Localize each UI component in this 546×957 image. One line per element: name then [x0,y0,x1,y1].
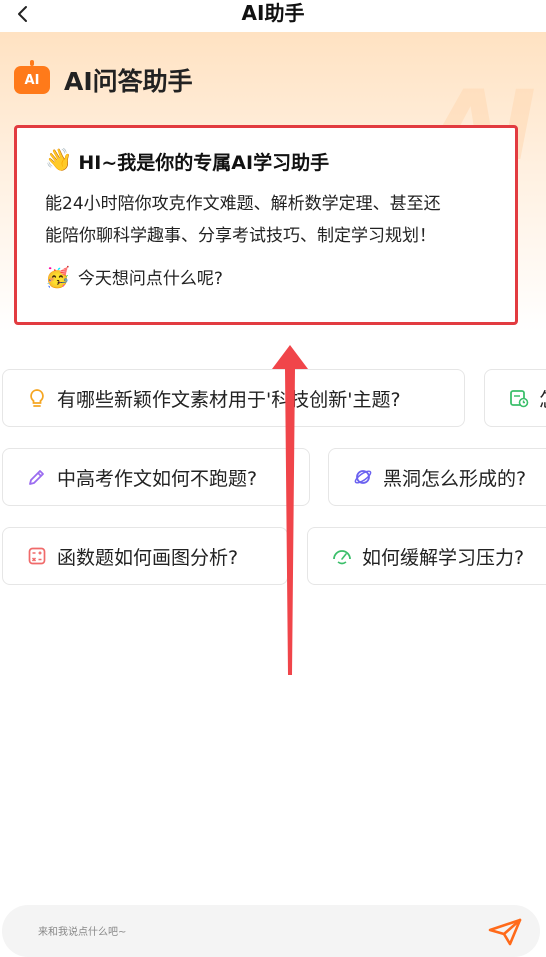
waving-hand-icon: 👋 [45,148,73,173]
suggestion-chip[interactable]: 如何缓解学习压力? [307,527,546,585]
greeting-question: 今天想问点什么呢? [77,269,223,289]
calculator-icon [27,546,47,566]
greeting-body-line: 能24小时陪你攻克作文难题、解析数学定理、甚至还 [45,194,441,214]
greeting-question-row: 🥳 今天想问点什么呢? [45,264,489,290]
lightbulb-icon [27,388,47,408]
greeting-body-line: 能陪你聊科学趣事、分享考试技巧、制定学习规划！ [45,226,436,246]
calendar-clock-icon [509,388,529,408]
planet-icon [353,467,373,487]
brand-name: AI问答助手 [64,67,193,96]
suggestion-chip[interactable]: 函数题如何画图分析? [2,527,288,585]
suggestion-chip[interactable]: 黑洞怎么形成的? [328,448,546,506]
suggestion-label: 怎 [539,385,546,412]
brand: AI AI问答助手 [14,60,193,98]
paper-plane-icon [488,918,522,946]
robot-logo-icon: AI [14,60,50,94]
suggestion-label: 黑洞怎么形成的? [383,467,527,490]
suggestion-label: 有哪些新颖作文素材用于'科技创新'主题? [57,388,401,411]
thinking-face-icon: 🥳 [45,264,70,289]
suggestion-label: 函数题如何画图分析? [57,546,239,569]
message-input[interactable]: 来和我说点什么吧~ [2,905,540,957]
smile-gauge-icon [332,546,352,566]
greeting-title-row: 👋 HI~我是你的专属AI学习助手 [45,146,489,176]
greeting-title: HI~我是你的专属AI学习助手 [78,151,330,174]
suggestion-chip[interactable]: 中高考作文如何不跑题? [2,448,310,506]
greeting-card: 👋 HI~我是你的专属AI学习助手 能24小时陪你攻克作文难题、解析数学定理、甚… [14,125,518,325]
page-title: AI助手 [241,1,305,25]
suggestion-label: 如何缓解学习压力? [362,546,525,569]
nav-bar: AI助手 [0,0,546,32]
greeting-body: 能24小时陪你攻克作文难题、解析数学定理、甚至还 能陪你聊科学趣事、分享考试技巧… [45,188,489,252]
suggestion-chip[interactable]: 怎 [484,369,546,427]
send-button[interactable] [488,917,522,947]
pencil-icon [27,467,47,487]
suggestion-chip[interactable]: 有哪些新颖作文素材用于'科技创新'主题? [2,369,465,427]
suggestion-label: 中高考作文如何不跑题? [57,467,258,490]
annotation-arrow-icon [272,345,308,675]
input-placeholder: 来和我说点什么吧~ [38,927,127,938]
